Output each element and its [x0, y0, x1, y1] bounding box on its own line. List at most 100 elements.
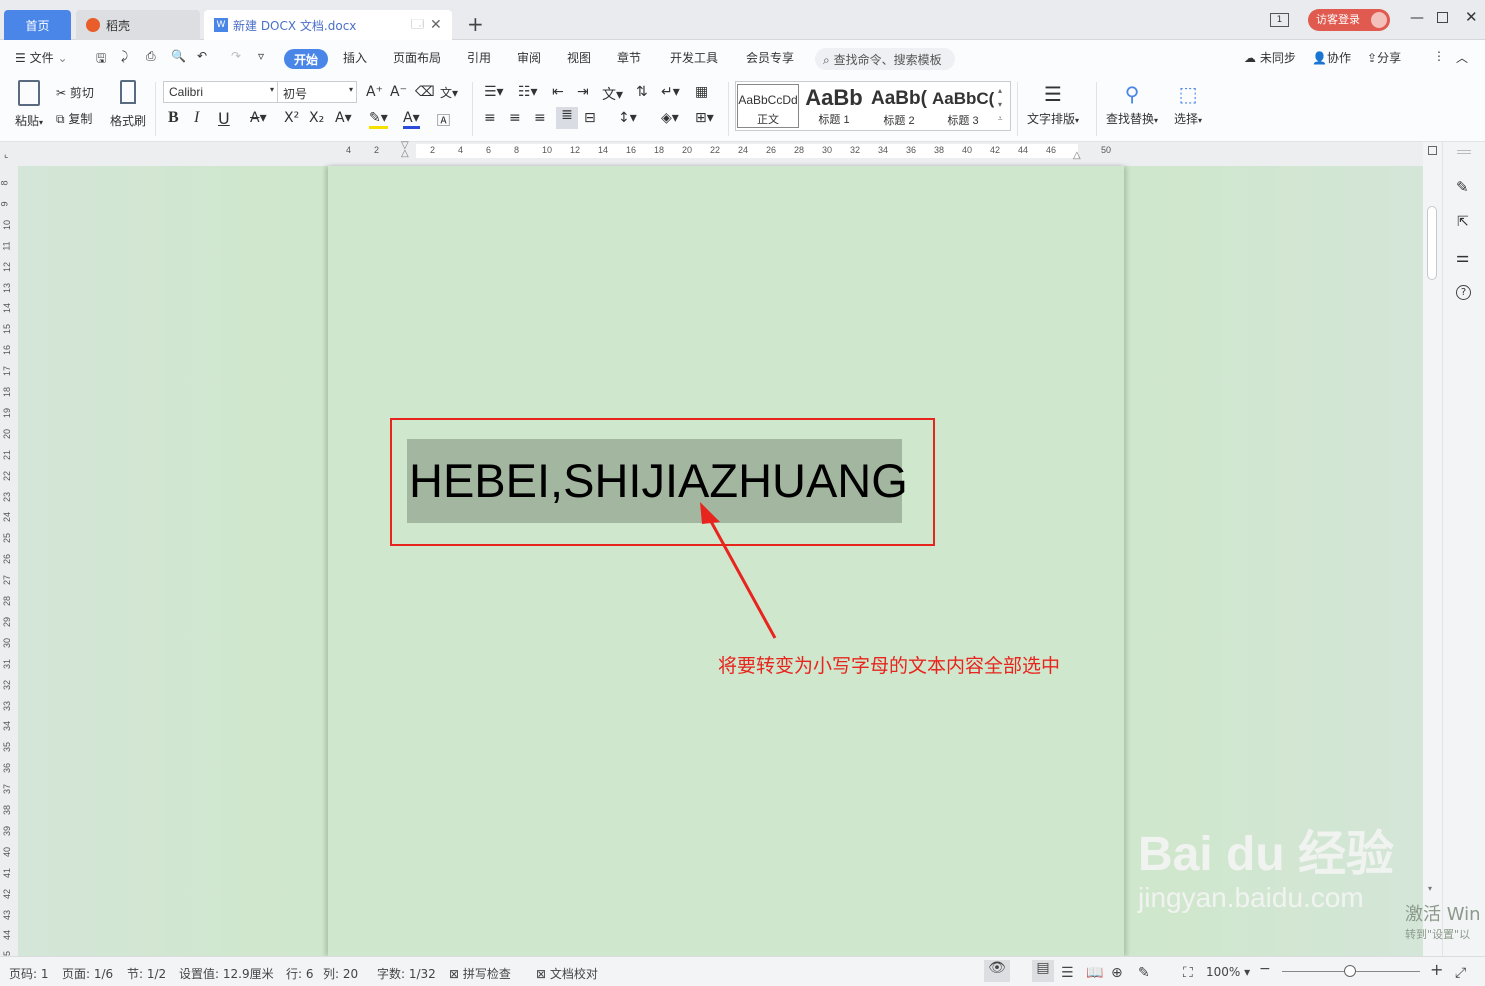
zoom-in-icon[interactable]: +	[1430, 960, 1443, 979]
zoom-slider-thumb[interactable]	[1344, 965, 1356, 977]
print-preview-icon[interactable]: 🔍	[171, 49, 186, 63]
eye-protect-icon[interactable]: 👁	[984, 960, 1010, 982]
page-count-icon[interactable]: 1	[1270, 13, 1289, 27]
grow-font-icon[interactable]: A⁺	[366, 84, 383, 100]
undo-icon[interactable]: ↶	[197, 49, 207, 63]
command-search[interactable]: ⌕ 查找命令、搜索模板	[815, 48, 955, 70]
phonetic-guide-icon[interactable]: 文▾	[440, 84, 458, 101]
file-menu[interactable]: ☰ 文件 ⌄	[15, 49, 68, 66]
font-size-select[interactable]: 初号 ▾	[277, 81, 357, 103]
bullet-list-icon[interactable]: ☰▾	[484, 84, 504, 100]
menu-review[interactable]: 审阅	[517, 49, 541, 66]
collab-button[interactable]: 👤协作	[1312, 49, 1351, 66]
text-effect-icon[interactable]: A▾	[335, 110, 352, 126]
zoom-out-icon[interactable]: −	[1259, 961, 1271, 977]
char-border-icon[interactable]: 🄰	[437, 110, 450, 129]
quick-access-more-icon[interactable]: ▿	[258, 49, 264, 63]
subscript-icon[interactable]: X₂	[309, 110, 324, 126]
status-page-no[interactable]: 页码: 1	[9, 965, 49, 982]
sync-button[interactable]: ☁ 未同步	[1244, 49, 1296, 66]
vertical-scrollbar[interactable]: ▾	[1423, 142, 1442, 956]
status-col[interactable]: 列: 20	[323, 965, 358, 982]
format-painter-button[interactable]: 格式刷	[110, 80, 146, 129]
paste-button[interactable]: 粘贴▾	[12, 80, 46, 129]
share-button[interactable]: ⇪分享	[1367, 49, 1401, 66]
split-view-icon[interactable]	[1428, 146, 1437, 155]
close-tab-icon[interactable]: ✕	[430, 17, 442, 33]
borders-icon[interactable]: ⊞▾	[695, 110, 714, 126]
close-window-icon[interactable]: ✕	[1465, 8, 1478, 26]
page-view-icon[interactable]: ▤	[1032, 960, 1054, 982]
decrease-indent-icon[interactable]: ⇤	[552, 84, 564, 100]
menu-insert[interactable]: 插入	[343, 49, 367, 66]
new-tab-button[interactable]: +	[467, 12, 484, 36]
fit-page-icon[interactable]: ⛶	[1183, 965, 1193, 981]
select-button[interactable]: ⬚ 选择▾	[1174, 82, 1202, 127]
style-heading-2[interactable]: AaBb( 标题 2	[868, 84, 930, 128]
print-icon[interactable]: ⎙	[146, 49, 156, 64]
menu-page-layout[interactable]: 页面布局	[393, 49, 441, 66]
find-replace-button[interactable]: ⚲ 查找替换▾	[1106, 82, 1158, 127]
font-color-icon[interactable]: A▾	[403, 110, 420, 129]
web-view-icon[interactable]: ⊕	[1111, 965, 1123, 981]
help-icon[interactable]: ?	[1456, 285, 1471, 300]
status-word-count[interactable]: 字数: 1/32	[377, 965, 436, 982]
status-page[interactable]: 页面: 1/6	[62, 965, 113, 982]
table-grid-icon[interactable]: ▦	[695, 84, 708, 100]
justify-icon[interactable]: ≣	[556, 107, 578, 129]
scroll-down-icon[interactable]: ▾	[1428, 884, 1432, 893]
strikethrough-icon[interactable]: A▾	[250, 110, 267, 126]
menu-developer[interactable]: 开发工具	[670, 49, 718, 66]
cursor-icon[interactable]: ⇱	[1457, 214, 1469, 230]
menu-chapter[interactable]: 章节	[617, 49, 641, 66]
status-setting[interactable]: 设置值: 12.9厘米	[179, 965, 274, 982]
align-left-icon[interactable]: ≡	[484, 110, 496, 126]
doc-proof-button[interactable]: ⊠ 文档校对	[536, 965, 598, 982]
show-marks-icon[interactable]: ↵▾	[661, 84, 680, 100]
reading-view-icon[interactable]: 📖	[1086, 965, 1103, 981]
distribute-icon[interactable]: ⊟	[584, 110, 596, 126]
menu-view[interactable]: 视图	[567, 49, 591, 66]
horizontal-ruler[interactable]: ⌞ ▽ △ △ 4 2 2 4 6 8 10 12 14 16 18 20 22 24 26 28 30 32 34 3…	[0, 141, 1442, 166]
menu-reference[interactable]: 引用	[467, 49, 491, 66]
increase-indent-icon[interactable]: ⇥	[577, 84, 589, 100]
scroll-thumb[interactable]	[1427, 206, 1437, 280]
style-heading-1[interactable]: AaBb 标题 1	[802, 84, 866, 128]
highlight-icon[interactable]: ✎▾	[369, 110, 388, 129]
settings-sliders-icon[interactable]: ⚌	[1456, 248, 1469, 266]
save-icon[interactable]: 🖫	[96, 49, 106, 70]
write-mode-icon[interactable]: ✎	[1138, 965, 1150, 981]
tab-home[interactable]: 首页	[4, 10, 71, 40]
outline-view-icon[interactable]: ☰	[1061, 965, 1074, 981]
tab-stop-icon[interactable]: ⌞	[4, 150, 8, 160]
text-layout-button[interactable]: ☰ 文字排版▾	[1027, 82, 1079, 127]
style-scroll-icon[interactable]: ▴ ▾ ⩡	[998, 84, 1003, 126]
style-normal[interactable]: AaBbCcDd 正文	[737, 84, 799, 128]
shrink-font-icon[interactable]: A⁻	[390, 84, 407, 100]
numbered-list-icon[interactable]: ☷▾	[518, 84, 538, 100]
zoom-slider[interactable]	[1282, 965, 1420, 977]
menu-start[interactable]: 开始	[284, 49, 329, 69]
fullscreen-icon[interactable]: ⤢	[1455, 965, 1466, 981]
tab-document[interactable]: W 新建 DOCX 文档.docx 🗔 ✕	[204, 10, 452, 40]
redo-icon[interactable]: ↷	[231, 49, 241, 63]
maximize-icon[interactable]	[1437, 12, 1448, 23]
status-section[interactable]: 节: 1/2	[127, 965, 166, 982]
indent-marker-icon[interactable]: ▽ △	[401, 141, 409, 159]
shading-icon[interactable]: ◈▾	[661, 110, 679, 126]
superscript-icon[interactable]: X²	[284, 110, 299, 126]
font-name-select[interactable]: Calibri ▾	[163, 81, 278, 103]
minimize-icon[interactable]: —	[1410, 10, 1424, 26]
cut-button[interactable]: ✂ 剪切	[56, 84, 94, 101]
chinese-layout-icon[interactable]: 文▾	[602, 84, 623, 104]
more-options-icon[interactable]: ⋮	[1433, 49, 1445, 63]
login-button[interactable]: 访客登录	[1308, 9, 1390, 31]
status-row[interactable]: 行: 6	[286, 965, 314, 982]
line-spacing-icon[interactable]: ↕▾	[618, 110, 637, 126]
pen-icon[interactable]: ✎	[1456, 178, 1469, 196]
align-right-icon[interactable]: ≡	[534, 110, 546, 126]
style-heading-3[interactable]: AaBbC( 标题 3	[932, 84, 994, 128]
spell-check-button[interactable]: ⊠ 拼写检查	[449, 965, 511, 982]
underline-button[interactable]: U	[218, 109, 230, 128]
sort-icon[interactable]: ⇅	[636, 84, 648, 100]
